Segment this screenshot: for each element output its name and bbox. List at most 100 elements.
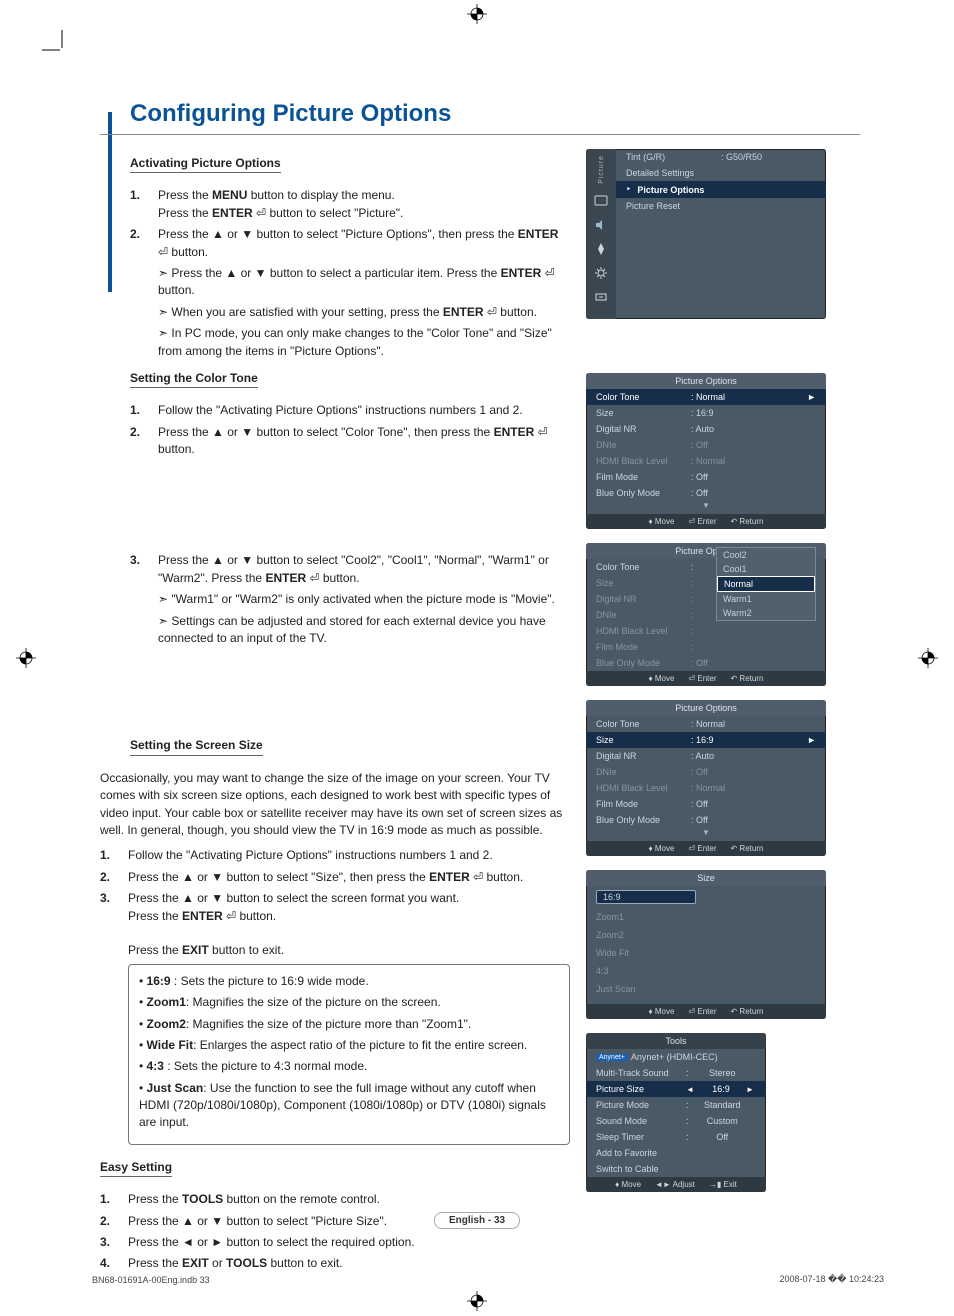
osd-row: Blue Only Mode: Off xyxy=(586,812,826,828)
osd-row: Picture Mode:Standard xyxy=(586,1097,766,1113)
osd-hint-bar: ♦ Move◄► Adjust→▮ Exit xyxy=(586,1177,766,1192)
osd-tools: Tools Anynet+Anynet+ (HDMI-CEC) Multi-Tr… xyxy=(586,1033,766,1192)
osd-row: Zoom2 xyxy=(586,926,826,944)
step: 2.Press the ▲ or ▼ button to select "Siz… xyxy=(100,869,570,886)
page-number: English - 33 xyxy=(434,1212,520,1229)
title-rule xyxy=(100,134,860,135)
note: Settings can be adjusted and stored for … xyxy=(158,613,570,648)
registration-mark-icon xyxy=(467,4,487,24)
osd-row: DNIe: Off xyxy=(586,437,826,453)
size-option: Just Scan: Use the function to see the f… xyxy=(139,1080,559,1132)
chevron-down-icon: ▼ xyxy=(586,828,826,841)
osd-picture-menu: Picture Tint (G/R): G50/R50 Detailed Set… xyxy=(586,149,826,319)
osd-row: Sleep Timer:Off xyxy=(586,1129,766,1145)
osd-row: Color Tone: Normal xyxy=(586,716,826,732)
osd-title: Picture Options xyxy=(586,373,826,389)
setup-icon xyxy=(594,266,608,280)
registration-mark-icon xyxy=(918,648,938,668)
chevron-left-icon: ◄ xyxy=(686,1085,696,1094)
osd-picture-options-colortone: Picture Options Color Tone: Normal► Size… xyxy=(586,373,826,529)
osd-title: Size xyxy=(586,870,826,886)
osd-option-selected: Normal xyxy=(717,576,815,592)
osd-row: Size: 16:9 xyxy=(586,405,826,421)
note: Press the ▲ or ▼ button to select a part… xyxy=(158,265,570,300)
enter-icon: ⏎ xyxy=(256,206,266,220)
intro-paragraph: Occasionally, you may want to change the… xyxy=(100,770,570,840)
osd-row: Film Mode: xyxy=(586,639,826,655)
page-title: Configuring Picture Options xyxy=(130,100,860,128)
osd-row: 16:9 xyxy=(586,886,826,908)
step: 1. Press the MENU button to display the … xyxy=(130,187,570,222)
sound-icon xyxy=(594,218,608,232)
size-option: Wide Fit: Enlarges the aspect ratio of t… xyxy=(139,1037,559,1054)
osd-row-selected: ‣Picture Options xyxy=(616,181,826,198)
step: 3.Press the ▲ or ▼ button to select "Coo… xyxy=(130,552,570,587)
registration-mark-icon xyxy=(16,648,36,668)
osd-dropdown: Cool2 Cool1 Normal Warm1 Warm2 xyxy=(716,547,816,621)
chevron-down-icon: ▼ xyxy=(586,501,826,514)
osd-row: HDMI Black Level: Normal xyxy=(586,453,826,469)
osd-row: Blue Only Mode: Off xyxy=(586,485,826,501)
osd-side-label: Picture xyxy=(598,155,605,184)
osd-row: Just Scan xyxy=(586,980,826,998)
step: 4.Press the EXIT or TOOLS button to exit… xyxy=(100,1255,570,1272)
chevron-right-icon: ► xyxy=(806,392,816,402)
size-option: 4:3 : Sets the picture to 4:3 normal mod… xyxy=(139,1058,559,1075)
osd-row: Film Mode: Off xyxy=(586,796,826,812)
crop-mark-icon xyxy=(42,30,72,60)
size-option: Zoom2: Magnifies the size of the picture… xyxy=(139,1016,559,1033)
step: 2. Press the ▲ or ▼ button to select "Pi… xyxy=(130,226,570,261)
chevron-right-icon: ► xyxy=(746,1085,756,1094)
osd-row: Multi-Track Sound:Stereo xyxy=(586,1065,766,1081)
osd-row: Picture Reset xyxy=(616,198,826,214)
osd-row: Blue Only Mode: Off xyxy=(586,655,826,671)
osd-row: Switch to Cable xyxy=(586,1161,766,1177)
enter-icon: ⏎ xyxy=(226,909,236,923)
size-option: Zoom1: Magnifies the size of the picture… xyxy=(139,994,559,1011)
channel-icon xyxy=(594,242,608,256)
enter-icon: ⏎ xyxy=(473,870,483,884)
size-option: 16:9 : Sets the picture to 16:9 wide mod… xyxy=(139,973,559,990)
osd-option: Cool1 xyxy=(717,562,815,576)
osd-row: Tint (G/R): G50/R50 xyxy=(616,149,826,165)
enter-icon: ⏎ xyxy=(309,571,319,585)
print-footer-left: BN68-01691A-00Eng.indb 33 xyxy=(92,1275,210,1285)
enter-icon: ⏎ xyxy=(487,305,497,319)
osd-row: Film Mode: Off xyxy=(586,469,826,485)
note: When you are satisfied with your setting… xyxy=(158,304,570,321)
anynet-tag: Anynet+ xyxy=(596,1054,628,1061)
note: In PC mode, you can only make changes to… xyxy=(158,325,570,360)
input-icon xyxy=(594,290,608,304)
osd-title: Tools xyxy=(586,1033,766,1049)
step: 1.Follow the "Activating Picture Options… xyxy=(100,847,570,864)
osd-hint-bar: ♦ Move⏎ Enter↶ Return xyxy=(586,841,826,856)
step: 3. Press the ▲ or ▼ button to select the… xyxy=(100,890,570,960)
step: 3.Press the ◄ or ► button to select the … xyxy=(100,1234,570,1251)
chevron-right-icon: ► xyxy=(806,735,816,745)
osd-row: Digital NR: Auto xyxy=(586,748,826,764)
osd-row: 4:3 xyxy=(586,962,826,980)
size-options-box: 16:9 : Sets the picture to 16:9 wide mod… xyxy=(128,964,570,1145)
osd-row-selected: Picture Size◄16:9► xyxy=(586,1081,766,1097)
osd-option: Warm1 xyxy=(717,592,815,606)
osd-row: Anynet+Anynet+ (HDMI-CEC) xyxy=(586,1049,766,1065)
step: 2.Press the ▲ or ▼ button to select "Col… xyxy=(130,424,570,459)
osd-size-list: Size 16:9 Zoom1 Zoom2 Wide Fit 4:3 Just … xyxy=(586,870,826,1019)
osd-title: Picture Options xyxy=(586,700,826,716)
osd-option: Warm2 xyxy=(717,606,815,620)
enter-icon: ⏎ xyxy=(545,266,555,280)
enter-icon: ⏎ xyxy=(538,425,548,439)
osd-picture-options-dropdown: Picture Options Color Tone: Size: Digita… xyxy=(586,543,826,686)
subheading-color-tone: Setting the Color Tone xyxy=(130,370,258,388)
print-footer-right: 2008-07-18 �� 10:24:23 xyxy=(779,1274,884,1285)
osd-row: Detailed Settings xyxy=(616,165,826,181)
osd-row: DNIe: Off xyxy=(586,764,826,780)
osd-row: HDMI Black Level: xyxy=(586,623,826,639)
registration-mark-icon xyxy=(467,1291,487,1311)
osd-row: HDMI Black Level: Normal xyxy=(586,780,826,796)
step: 1.Press the TOOLS button on the remote c… xyxy=(100,1191,570,1208)
osd-hint-bar: ♦ Move⏎ Enter↶ Return xyxy=(586,514,826,529)
step: 1.Follow the "Activating Picture Options… xyxy=(130,402,570,419)
osd-option: Cool2 xyxy=(717,548,815,562)
enter-icon: ⏎ xyxy=(158,245,168,259)
